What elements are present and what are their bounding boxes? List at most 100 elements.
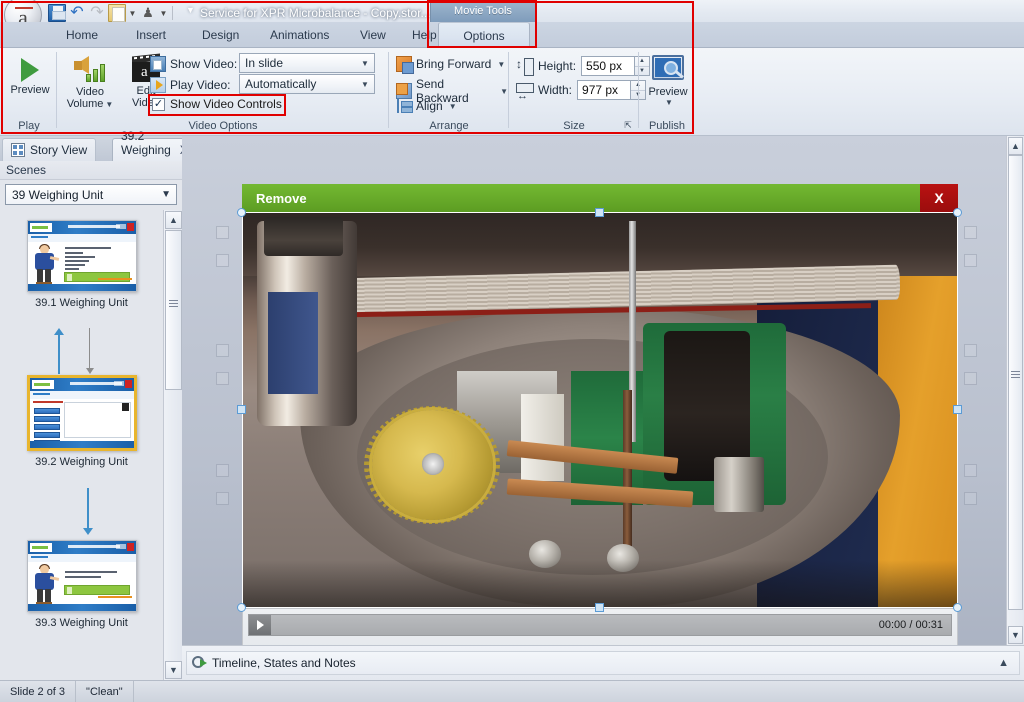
play-button[interactable] [249,615,271,635]
tab-insert[interactable]: Insert [124,22,178,48]
selection-handle-bottom-right[interactable] [953,603,962,612]
tab-animations[interactable]: Animations [258,22,341,48]
show-video-chevron-down-icon[interactable]: ▼ [358,59,372,68]
scroll-up-icon[interactable]: ▲ [1008,137,1023,155]
list-item[interactable]: 39.2 Weighing Unit [0,375,163,468]
save-icon[interactable] [48,4,66,22]
video-volume-label-1: Video [76,86,104,98]
play-triangle-icon [21,58,39,82]
contextual-tab-group-movie-tools: Movie Tools [430,0,536,22]
redo-icon[interactable]: ↷ [88,4,106,22]
video-bottom-shadow [243,559,957,607]
timeline-panel-inner[interactable]: Timeline, States and Notes ▲ [186,651,1020,675]
checkbox-icon[interactable]: ✓ [152,97,165,111]
play-video-value: Automatically [245,77,317,91]
bring-forward-dropdown-icon[interactable]: ▼ [497,60,505,69]
video-frame[interactable] [242,212,958,608]
connector-down-line [89,328,90,370]
tab-home[interactable]: Home [54,22,110,48]
placeholder-marker [216,372,229,385]
paste-dropdown-icon[interactable]: ▼ [128,9,137,18]
tab-design[interactable]: Design [190,22,251,48]
slide-thumbnail-2[interactable] [26,375,137,451]
tab-story-view[interactable]: Story View [2,138,97,161]
chevron-up-icon[interactable]: ▲ [998,657,1009,669]
canvas-vertical-scrollbar[interactable]: ▲ ▼ [1006,136,1024,645]
bring-forward-button[interactable]: Bring Forward ▼ [396,56,505,74]
scenes-header: Scenes [0,161,182,180]
close-icon[interactable]: X [920,184,958,212]
ribbon-group-arrange: Bring Forward ▼ Send Backward ▼ Align ▼ … [390,48,508,134]
selection-handle-top-right[interactable] [953,208,962,217]
slide-thumbnail-list: 39.1 Weighing Unit 39.2 Weighing Unit 39… [0,210,163,680]
preview-play-button[interactable]: Preview [2,54,58,96]
placeholder-marker [216,226,229,239]
connector-up-arrow [58,334,60,374]
slide-canvas[interactable]: Remove X 00:00 / 00:31 ▲ ▼ [182,136,1024,680]
video-seek-track[interactable]: 00:00 / 00:31 [248,614,952,636]
send-backward-icon [396,83,412,99]
show-video-controls-label: Show Video Controls [170,97,282,111]
placeholder-marker [964,344,977,357]
scroll-down-icon[interactable]: ▼ [165,661,182,679]
paste-icon[interactable] [108,4,126,22]
scroll-up-icon[interactable]: ▲ [165,211,182,229]
tab-story-view-label: Story View [30,143,88,157]
slide-thumbnail-1[interactable] [26,220,137,292]
preview-publish-dropdown-icon[interactable]: ▼ [665,98,673,107]
group-separator-2 [388,52,389,128]
video-object[interactable]: Remove X 00:00 / 00:31 [237,184,962,648]
undo-icon[interactable]: ↶ [68,4,86,22]
play-video-chevron-down-icon[interactable]: ▼ [358,80,372,89]
slide-caption-1: 39.1 Weighing Unit [35,297,128,309]
preview-publish-button[interactable]: Preview ▼ [640,52,696,107]
window-title: Service for XPR Microbalance - Copy.stor… [200,6,431,20]
list-item[interactable]: 39.3 Weighing Unit [0,540,163,629]
slide-thumbnail-3[interactable] [26,540,137,612]
timeline-panel-bar[interactable]: Timeline, States and Notes ▲ [182,645,1024,680]
video-volume-dropdown-icon[interactable]: ▼ [105,100,113,109]
scrollbar-thumb[interactable] [1008,155,1023,610]
format-painter-icon[interactable]: ♟ [139,4,157,22]
ribbon-group-video-options: Video Volume▼ a Edit Video Show Video: [58,48,388,134]
chevron-down-icon[interactable]: ▼ [161,189,171,200]
ribbon-group-publish: Preview ▼ Publish [640,48,694,134]
group-label-video-options: Video Options [188,120,258,132]
scene-selector-value: 39 Weighing Unit [12,187,104,202]
width-input[interactable]: 977 px [577,80,632,100]
scrollbar-thumb[interactable] [165,230,182,390]
format-painter-dropdown-icon[interactable]: ▼ [159,9,168,18]
height-label: Height: [538,59,577,73]
send-backward-dropdown-icon[interactable]: ▼ [500,87,508,96]
qat-customize-icon[interactable]: ▼ [186,5,195,15]
list-item[interactable]: 39.1 Weighing Unit [0,220,163,309]
play-icon [256,620,264,630]
slide-caption-2: 39.2 Weighing Unit [35,456,128,468]
scroll-down-icon[interactable]: ▼ [1008,626,1023,644]
align-dropdown-icon[interactable]: ▼ [449,102,457,111]
selection-handle-bottom-center[interactable] [595,603,604,612]
show-video-controls-checkbox[interactable]: ✓ Show Video Controls [152,97,282,111]
align-button[interactable]: Align ▼ [396,98,457,114]
thumbnail-scrollbar[interactable]: ▲ ▼ [163,210,182,680]
height-field-row: Height: 550 px ▲ ▼ [516,56,651,76]
video-controls-bar[interactable]: 00:00 / 00:31 [242,608,958,648]
scene-selector-dropdown[interactable]: 39 Weighing Unit ▼ [5,184,177,205]
show-video-combobox[interactable]: In slide ▼ [239,53,375,73]
slide-caption-3: 39.3 Weighing Unit [35,617,128,629]
selection-handle-middle-right[interactable] [953,405,962,414]
selection-handle-bottom-left[interactable] [237,603,246,612]
selection-handle-top-left[interactable] [237,208,246,217]
video-volume-button[interactable]: Video Volume ▼ [62,52,118,111]
height-input[interactable]: 550 px [581,56,636,76]
left-panel: Story View 39.2 Weighing ... X Scenes 39… [0,129,197,680]
selection-handle-middle-left[interactable] [237,405,246,414]
tab-options[interactable]: Options [438,22,530,48]
selection-handle-top-center[interactable] [595,208,604,217]
size-dialog-launcher-icon[interactable]: ⇱ [622,119,634,131]
ribbon-group-play: Preview Play [2,48,56,134]
tab-view[interactable]: View [348,22,398,48]
group-label-publish: Publish [648,120,686,132]
play-video-combobox[interactable]: Automatically ▼ [239,74,375,94]
align-icon [396,98,413,114]
